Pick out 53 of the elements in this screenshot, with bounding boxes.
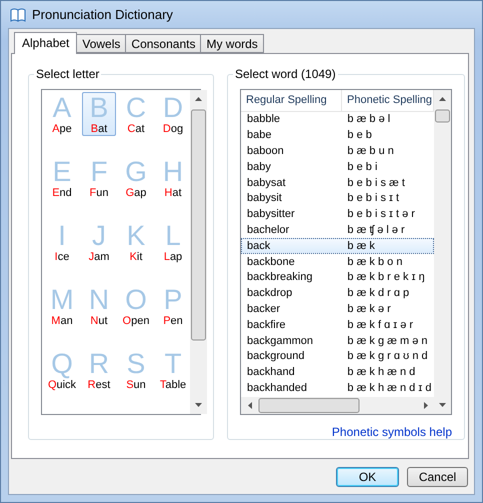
table-row[interactable]: backhand b æ k h æ n d xyxy=(241,364,434,381)
tab[interactable]: Consonants xyxy=(125,34,202,53)
table-row[interactable]: babble b æ b ə l xyxy=(241,112,434,128)
table-row[interactable]: back b æ k xyxy=(241,238,434,254)
help-link[interactable]: Phonetic symbols help xyxy=(332,425,452,439)
table-row[interactable]: bachelor b æ ʧ ə l ə r xyxy=(241,222,434,238)
table-row[interactable]: background b æ k g r ɑ ʊ n d xyxy=(241,348,434,365)
tab[interactable]: My words xyxy=(200,34,264,53)
letter-item[interactable]: R Rest xyxy=(82,348,116,392)
scrollbar[interactable] xyxy=(434,90,451,414)
letter-item[interactable]: D Dog xyxy=(156,92,190,136)
letter-item[interactable]: B Bat xyxy=(82,92,116,136)
table-row[interactable]: backdrop b æ k d r ɑ p xyxy=(241,286,434,302)
window-title: Pronunciation Dictionary xyxy=(32,7,173,22)
letter-item[interactable]: O Open xyxy=(119,284,153,328)
table-row[interactable]: backer b æ k ə r xyxy=(241,302,434,318)
table-row[interactable]: backbone b æ k b o n xyxy=(241,254,434,270)
letter-item[interactable]: T Table xyxy=(156,348,190,392)
table-row[interactable]: babysitter b e b i s ɪ t ə r xyxy=(241,206,434,223)
letter-item[interactable]: E End xyxy=(45,156,79,200)
letter-item[interactable]: G Gap xyxy=(119,156,153,200)
table-row[interactable]: backbreaking b æ k b r e k ɪ ŋ xyxy=(241,270,434,286)
letter-item[interactable]: F Fun xyxy=(82,156,116,200)
table-row[interactable]: babysit b e b i s ɪ t xyxy=(241,190,434,207)
dialog-button[interactable]: Cancel xyxy=(407,466,468,486)
letter-item[interactable]: P Pen xyxy=(156,284,190,328)
letter-item[interactable]: J Jam xyxy=(82,220,116,264)
horizontal-scrollbar[interactable] xyxy=(241,397,435,414)
group-label: Select letter xyxy=(34,67,102,81)
table-row[interactable]: backhanded b æ k h æ n d ɪ d xyxy=(241,380,434,396)
table-row[interactable]: baby b e b i xyxy=(241,159,434,176)
dialog-button[interactable]: OK xyxy=(336,466,399,486)
letter-item[interactable]: S Sun xyxy=(119,348,153,392)
letter-item[interactable]: M Man xyxy=(45,284,79,328)
column-header[interactable]: Regular Spelling xyxy=(241,90,342,111)
tab[interactable]: Alphabet xyxy=(14,32,78,54)
group-label: Select word (1049) xyxy=(233,67,338,81)
scrollbar[interactable] xyxy=(190,90,207,414)
letter-item[interactable]: A Ape xyxy=(45,92,79,136)
letter-item[interactable]: H Hat xyxy=(156,156,190,200)
letter-item[interactable]: L Lap xyxy=(156,220,190,264)
letter-item[interactable]: Q Quick xyxy=(45,348,79,392)
letter-item[interactable]: N Nut xyxy=(82,284,116,328)
table-row[interactable]: backfire b æ k f ɑ ɪ ə r xyxy=(241,317,434,334)
table-row[interactable]: babysat b e b i s æ t xyxy=(241,175,434,191)
book-icon xyxy=(10,8,26,22)
letter-item[interactable]: C Cat xyxy=(119,92,153,136)
letter-item[interactable]: I Ice xyxy=(45,220,79,264)
table-row[interactable]: baboon b æ b u n xyxy=(241,144,434,160)
letter-item[interactable]: K Kit xyxy=(119,220,153,264)
table-row[interactable]: babe b e b xyxy=(241,128,434,144)
table-row[interactable]: backgammon b æ k g æ m ə n xyxy=(241,333,434,349)
tab[interactable]: Vowels xyxy=(76,34,126,53)
